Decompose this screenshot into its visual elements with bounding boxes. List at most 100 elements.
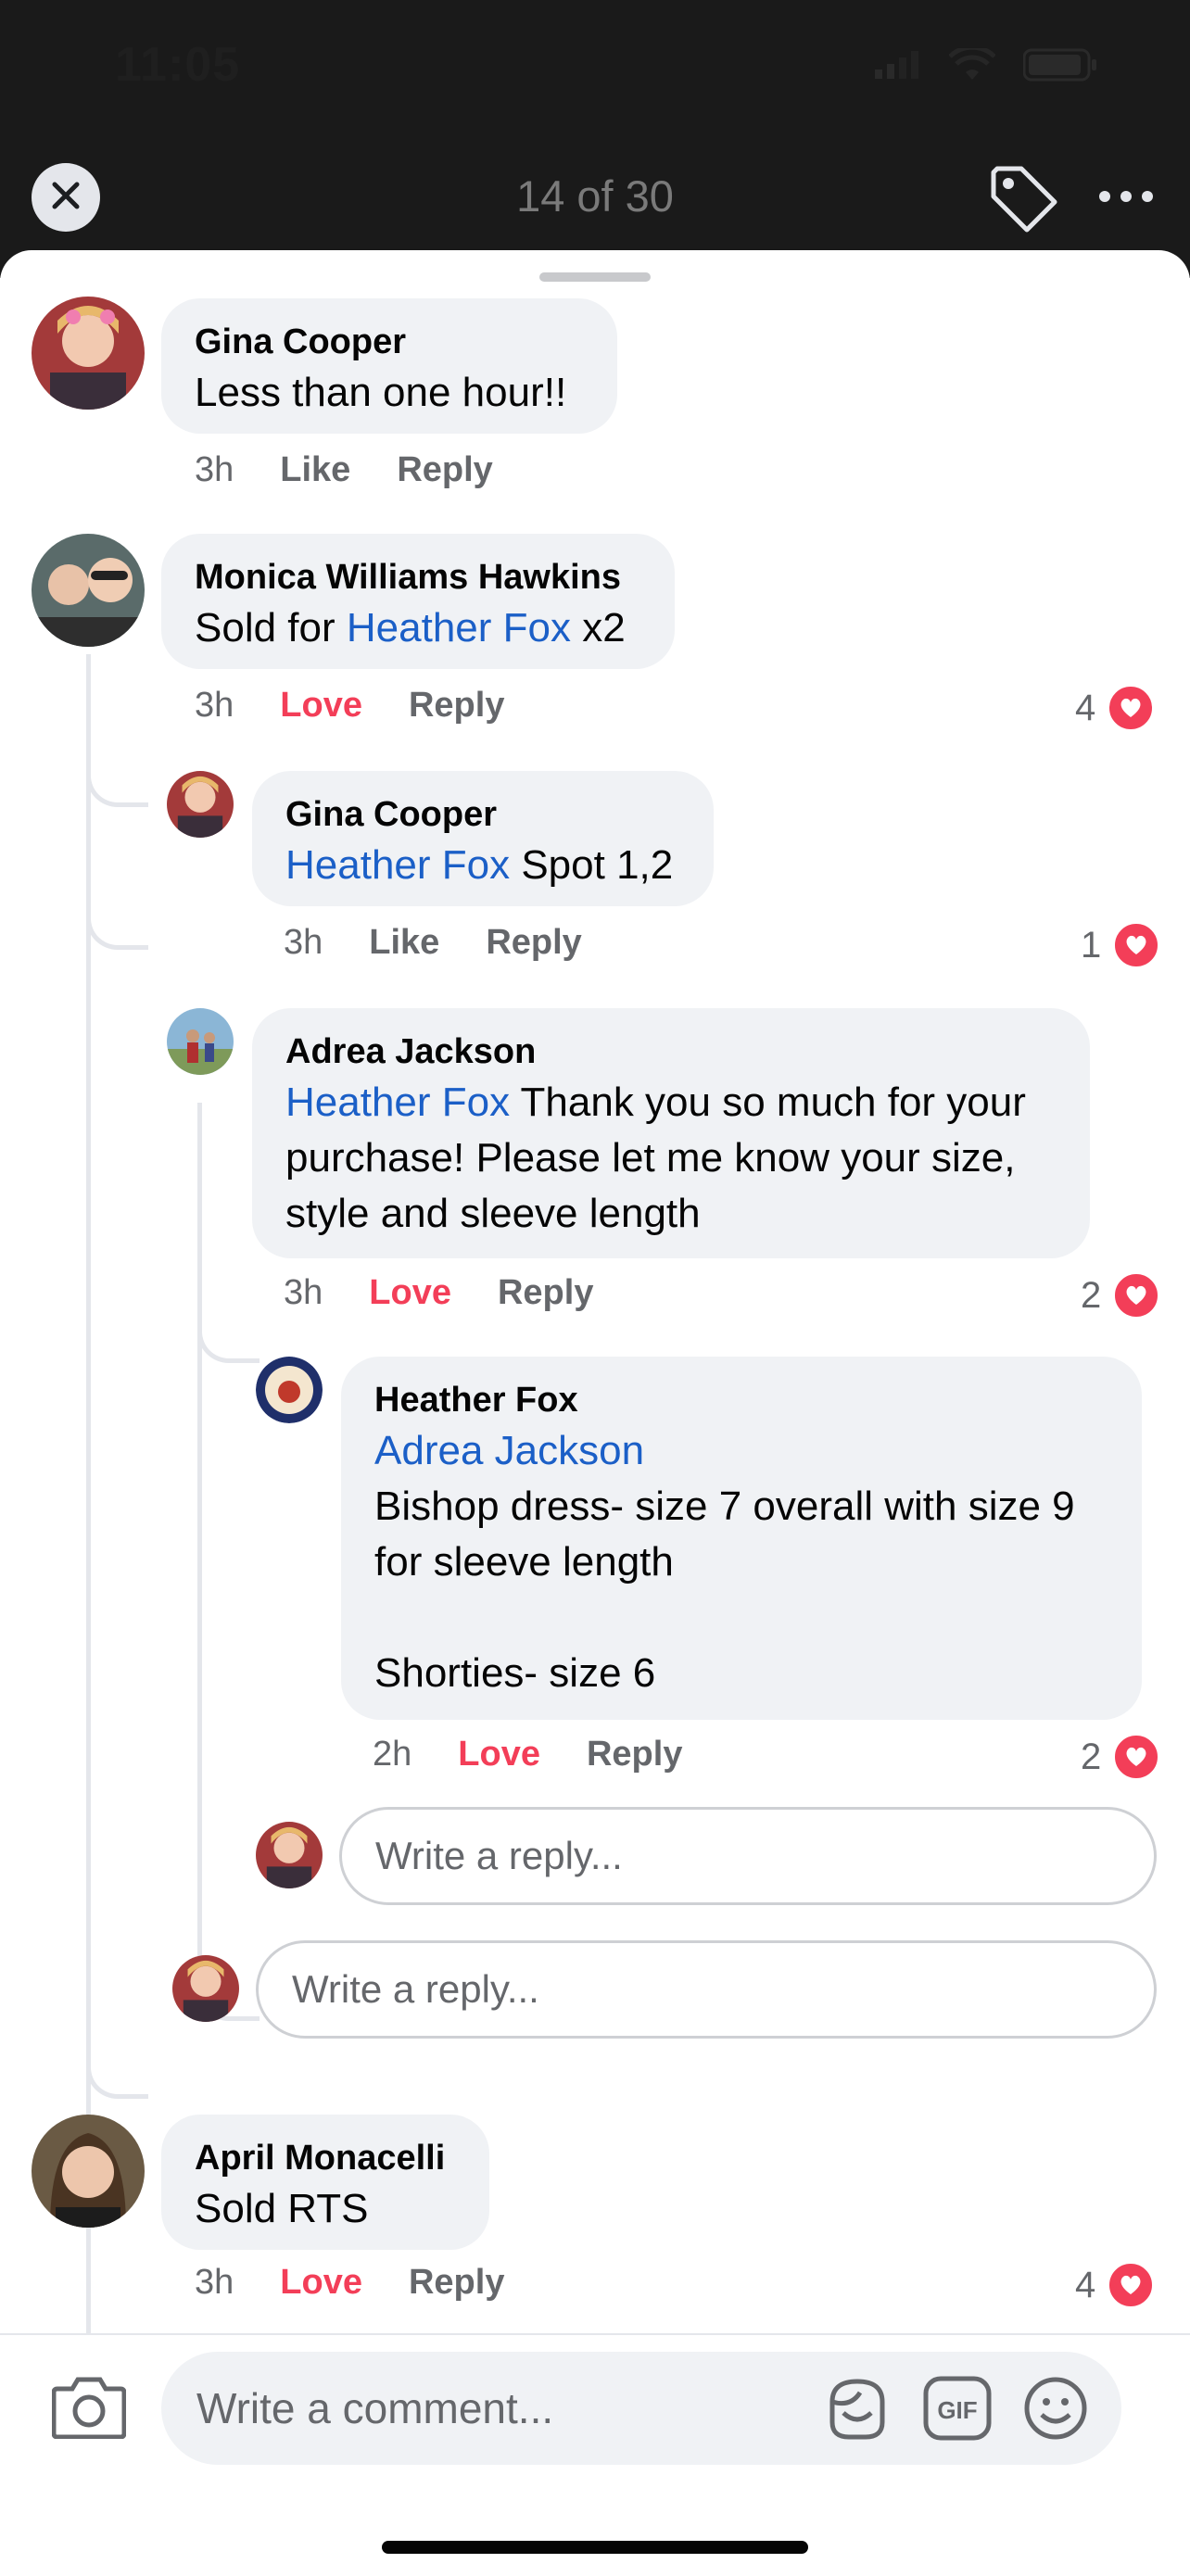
comment-text: Bishop dress- size 7 overall with size 9… xyxy=(374,1484,1075,1696)
comment-actions: 3h Love Reply xyxy=(195,2263,504,2303)
reaction-count[interactable]: 1 xyxy=(1081,921,1161,969)
avatar[interactable] xyxy=(256,1822,323,1888)
love-button[interactable]: Love xyxy=(280,2263,362,2303)
love-button[interactable]: Love xyxy=(369,1273,451,1313)
gif-icon[interactable]: GIF xyxy=(923,2376,992,2451)
battery-icon xyxy=(1022,48,1097,86)
reaction-count[interactable]: 4 xyxy=(1075,2261,1156,2309)
comment-actions: 3h Love Reply xyxy=(195,686,504,726)
commenter-name[interactable]: Monica Williams Hawkins xyxy=(195,554,641,600)
reply-bubble: Gina Cooper Heather Fox Spot 1,2 xyxy=(252,771,714,906)
more-icon xyxy=(1094,191,1158,219)
comment-placeholder: Write a comment... xyxy=(196,2384,554,2432)
comment-text-part: Spot 1,2 xyxy=(510,842,674,888)
camera-icon[interactable] xyxy=(51,2374,127,2443)
thread-line xyxy=(86,2226,91,2337)
heart-icon xyxy=(1107,2261,1156,2309)
commenter-name[interactable]: Adrea Jackson xyxy=(285,1029,1057,1075)
reply-button[interactable]: Reply xyxy=(498,1273,593,1313)
tag-icon xyxy=(984,166,1062,241)
top-bar: 11:05 14 of 30 xyxy=(0,0,1190,278)
reaction-number: 2 xyxy=(1081,1274,1102,1316)
commenter-name[interactable]: Gina Cooper xyxy=(285,791,680,838)
avatar[interactable] xyxy=(167,771,234,838)
reply-input[interactable]: Write a reply... xyxy=(256,1940,1157,2039)
commenter-name[interactable]: Heather Fox xyxy=(374,1377,1108,1423)
tag-button[interactable] xyxy=(984,159,1062,237)
reply-button[interactable]: Reply xyxy=(587,1735,682,1774)
reply-input[interactable]: Write a reply... xyxy=(339,1807,1157,1905)
avatar[interactable] xyxy=(32,534,145,647)
mention-link[interactable]: Heather Fox xyxy=(347,605,571,650)
reaction-number: 1 xyxy=(1081,924,1102,966)
comment-text: Heather Fox Thank you so much for your p… xyxy=(285,1075,1057,1242)
comment-text-part: Sold for xyxy=(195,605,347,650)
wifi-icon xyxy=(948,44,996,86)
reaction-number: 4 xyxy=(1075,687,1096,728)
thread-connector xyxy=(197,1279,260,1363)
comment-time[interactable]: 3h xyxy=(284,1273,323,1313)
reaction-number: 4 xyxy=(1075,2264,1096,2305)
mention-link[interactable]: Adrea Jackson xyxy=(374,1423,1108,1479)
emoji-icon[interactable] xyxy=(1023,2376,1088,2451)
comment-text: Sold for Heather Fox x2 xyxy=(195,600,641,656)
avatar[interactable] xyxy=(167,1008,234,1075)
mention-link[interactable]: Heather Fox xyxy=(285,1080,510,1125)
avatar[interactable] xyxy=(172,1955,239,2022)
commenter-name[interactable]: Gina Cooper xyxy=(195,319,584,365)
comment-composer-bar: Write a comment... GIF xyxy=(0,2333,1190,2576)
status-icons xyxy=(875,44,1097,86)
reply-button[interactable]: Reply xyxy=(397,450,492,490)
reaction-count[interactable]: 2 xyxy=(1081,1733,1161,1781)
comment-time[interactable]: 3h xyxy=(195,686,234,726)
status-time: 11:05 xyxy=(115,38,241,92)
comment-input[interactable]: Write a comment... GIF xyxy=(161,2352,1121,2465)
more-options-button[interactable] xyxy=(1094,178,1158,215)
reaction-count[interactable]: 2 xyxy=(1081,1271,1161,1320)
svg-text:GIF: GIF xyxy=(937,2396,977,2424)
comment-actions: 3h Love Reply xyxy=(284,1273,593,1313)
reply-bubble: Heather Fox Adrea Jackson Bishop dress- … xyxy=(341,1357,1142,1720)
sticker-icon[interactable] xyxy=(823,2374,892,2453)
comment-time[interactable]: 3h xyxy=(284,923,323,963)
thread-line xyxy=(197,1103,202,1979)
avatar[interactable] xyxy=(32,2115,145,2228)
comment-actions: 3h Like Reply xyxy=(195,450,493,490)
comments-sheet[interactable]: Gina Cooper Less than one hour!! 3h Like… xyxy=(0,250,1190,2574)
reply-button[interactable]: Reply xyxy=(409,2263,504,2303)
heart-icon xyxy=(1112,1733,1161,1781)
signal-icon xyxy=(875,51,921,83)
comment-text: Heather Fox Spot 1,2 xyxy=(285,838,680,893)
comment-time[interactable]: 2h xyxy=(373,1735,411,1774)
love-button[interactable]: Love xyxy=(458,1735,540,1774)
comment-time[interactable]: 3h xyxy=(195,450,234,490)
reaction-number: 2 xyxy=(1081,1736,1102,1777)
thread-connector xyxy=(86,741,148,807)
comment-actions: 2h Love Reply xyxy=(373,1735,682,1774)
thread-connector xyxy=(86,890,148,950)
home-indicator xyxy=(382,2541,808,2554)
mention-link[interactable]: Heather Fox xyxy=(285,842,510,888)
comment-bubble: April Monacelli Sold RTS xyxy=(161,2115,489,2250)
avatar[interactable] xyxy=(32,297,145,410)
love-button[interactable]: Love xyxy=(280,686,362,726)
heart-icon xyxy=(1112,1271,1161,1320)
comment-time[interactable]: 3h xyxy=(195,2263,234,2303)
comment-text: Less than one hour!! xyxy=(195,370,567,415)
heart-icon xyxy=(1112,921,1161,969)
comment-actions: 3h Like Reply xyxy=(284,923,582,963)
like-button[interactable]: Like xyxy=(369,923,439,963)
reply-button[interactable]: Reply xyxy=(409,686,504,726)
reply-button[interactable]: Reply xyxy=(486,923,581,963)
thread-connector xyxy=(86,1992,148,2099)
avatar[interactable] xyxy=(256,1357,323,1423)
sheet-grabber-handle[interactable] xyxy=(539,272,651,282)
comment-text: Sold RTS xyxy=(195,2186,369,2231)
comment-bubble: Monica Williams Hawkins Sold for Heather… xyxy=(161,534,675,669)
comment-bubble: Gina Cooper Less than one hour!! xyxy=(161,298,617,434)
thread-line xyxy=(86,654,91,2133)
like-button[interactable]: Like xyxy=(280,450,350,490)
commenter-name[interactable]: April Monacelli xyxy=(195,2135,456,2181)
reaction-count[interactable]: 4 xyxy=(1075,684,1156,732)
heart-icon xyxy=(1107,684,1156,732)
